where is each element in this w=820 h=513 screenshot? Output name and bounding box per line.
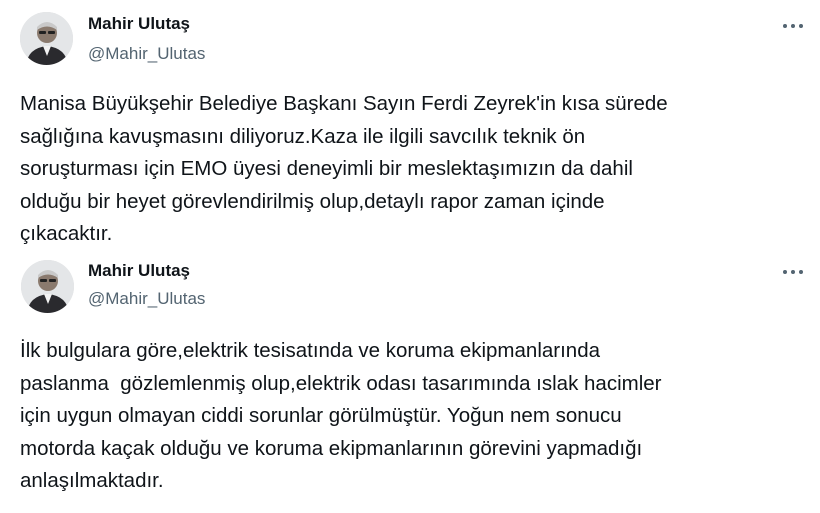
author-handle[interactable]: @Mahir_Ulutas — [88, 44, 205, 64]
author-display-name[interactable]: Mahir Ulutaş — [88, 14, 190, 34]
tweet-text: İlk bulgulara göre,elektrik tesisatında … — [20, 339, 662, 492]
avatar[interactable] — [20, 12, 73, 65]
tweet: Mahir Ulutaş @Mahir_Ulutas İlk bulgulara… — [0, 258, 820, 513]
more-options-icon[interactable] — [780, 18, 806, 34]
user-avatar-icon — [21, 260, 74, 313]
more-options-icon[interactable] — [780, 264, 806, 280]
author-handle[interactable]: @Mahir_Ulutas — [88, 289, 205, 309]
tweet: Mahir Ulutaş @Mahir_Ulutas Manisa Büyükş… — [0, 0, 820, 258]
author-display-name[interactable]: Mahir Ulutaş — [88, 261, 190, 281]
tweet-text: Manisa Büyükşehir Belediye Başkanı Sayın… — [20, 92, 668, 245]
avatar[interactable] — [21, 260, 74, 313]
user-avatar-icon — [20, 12, 73, 65]
